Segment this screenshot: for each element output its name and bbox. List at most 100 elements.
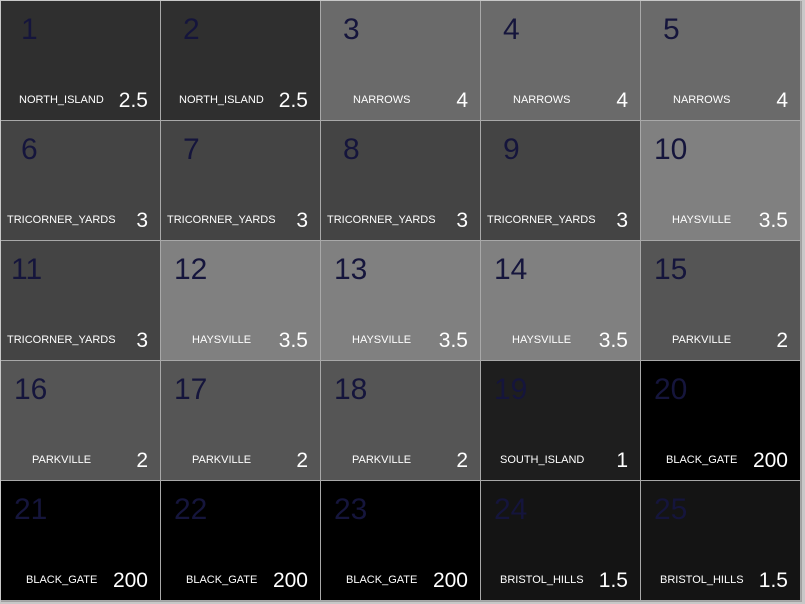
tile-number: 25 <box>654 493 688 526</box>
tile-number: 7 <box>183 133 200 166</box>
board-tile[interactable]: 5 NARROWS 4 <box>641 1 801 121</box>
board-tile[interactable]: 6 TRICORNER_YARDS 3 <box>1 121 161 241</box>
tile-number: 23 <box>334 493 368 526</box>
tile-cost: 3.5 <box>758 209 788 232</box>
tile-number: 17 <box>174 373 208 406</box>
tile-number: 14 <box>494 253 528 286</box>
tile-cost: 3.5 <box>278 329 308 352</box>
tile-district-name: NORTH_ISLAND <box>179 94 264 106</box>
tile-number: 18 <box>334 373 368 406</box>
tile-number: 3 <box>343 13 360 46</box>
tile-district-name: TRICORNER_YARDS <box>7 334 116 346</box>
tile-cost: 3 <box>136 329 148 352</box>
tile-district-name: NARROWS <box>513 94 571 106</box>
tile-district-name: TRICORNER_YARDS <box>7 214 116 226</box>
board-tile[interactable]: 20 BLACK_GATE 200 <box>641 361 801 481</box>
board-tile[interactable]: 22 BLACK_GATE 200 <box>161 481 321 601</box>
tile-cost: 3 <box>136 209 148 232</box>
tile-number: 16 <box>14 373 48 406</box>
tile-number: 12 <box>174 253 208 286</box>
board-tile[interactable]: 3 NARROWS 4 <box>321 1 481 121</box>
board-tile[interactable]: 19 SOUTH_ISLAND 1 <box>481 361 641 481</box>
tile-district-name: BLACK_GATE <box>186 574 258 586</box>
tile-district-name: PARKVILLE <box>32 454 92 466</box>
tile-number: 9 <box>503 133 520 166</box>
board-tile[interactable]: 1 NORTH_ISLAND 2.5 <box>1 1 161 121</box>
tile-cost: 1.5 <box>598 569 628 592</box>
tile-cost: 4 <box>456 89 468 112</box>
tile-district-name: HAYSVILLE <box>352 334 412 346</box>
tile-district-name: TRICORNER_YARDS <box>327 214 436 226</box>
board-tile[interactable]: 11 TRICORNER_YARDS 3 <box>1 241 161 361</box>
tile-cost: 200 <box>752 449 788 472</box>
tile-district-name: SOUTH_ISLAND <box>500 454 585 466</box>
tile-district-name: NARROWS <box>353 94 411 106</box>
tile-cost: 3 <box>296 209 308 232</box>
tile-district-name: PARKVILLE <box>672 334 732 346</box>
tile-cost: 3.5 <box>598 329 628 352</box>
tile-district-name: BRISTOL_HILLS <box>660 574 744 586</box>
tile-number: 22 <box>174 493 208 526</box>
board-tile[interactable]: 7 TRICORNER_YARDS 3 <box>161 121 321 241</box>
tile-number: 2 <box>183 13 200 46</box>
board-tile[interactable]: 15 PARKVILLE 2 <box>641 241 801 361</box>
tile-district-name: PARKVILLE <box>192 454 252 466</box>
tile-number: 8 <box>343 133 360 166</box>
tile-cost: 1.5 <box>758 569 788 592</box>
tile-cost: 4 <box>776 89 788 112</box>
tile-number: 4 <box>503 13 520 46</box>
tile-district-name: BRISTOL_HILLS <box>500 574 584 586</box>
tile-cost: 2 <box>296 449 308 472</box>
tile-cost: 3 <box>456 209 468 232</box>
tile-district-name: NARROWS <box>673 94 731 106</box>
tile-district-name: TRICORNER_YARDS <box>487 214 596 226</box>
tile-district-name: HAYSVILLE <box>672 214 732 226</box>
board-tile[interactable]: 14 HAYSVILLE 3.5 <box>481 241 641 361</box>
tile-number: 10 <box>654 133 688 166</box>
board-tile[interactable]: 25 BRISTOL_HILLS 1.5 <box>641 481 801 601</box>
tile-number: 15 <box>654 253 688 286</box>
board-tile[interactable]: 18 PARKVILLE 2 <box>321 361 481 481</box>
tile-cost: 2 <box>776 329 788 352</box>
board-tile[interactable]: 4 NARROWS 4 <box>481 1 641 121</box>
tile-cost: 200 <box>432 569 468 592</box>
tile-number: 24 <box>494 493 528 526</box>
board-tile[interactable]: 12 HAYSVILLE 3.5 <box>161 241 321 361</box>
tile-number: 6 <box>21 133 38 166</box>
board-tile[interactable]: 24 BRISTOL_HILLS 1.5 <box>481 481 641 601</box>
tile-district-name: BLACK_GATE <box>26 574 98 586</box>
tile-district-name: NORTH_ISLAND <box>19 94 104 106</box>
tile-cost: 3.5 <box>438 329 468 352</box>
tile-district-name: BLACK_GATE <box>666 454 738 466</box>
tile-number: 5 <box>663 13 680 46</box>
tile-cost: 2 <box>136 449 148 472</box>
tile-district-name: HAYSVILLE <box>512 334 572 346</box>
game-board: 1 NORTH_ISLAND 2.5 2 NORTH_ISLAND 2.5 3 NARROWS… <box>1 1 802 602</box>
tile-cost: 2.5 <box>278 89 308 112</box>
tile-number: 21 <box>14 493 48 526</box>
tile-district-name: PARKVILLE <box>352 454 412 466</box>
board-tile[interactable]: 10 HAYSVILLE 3.5 <box>641 121 801 241</box>
board-tile[interactable]: 2 NORTH_ISLAND 2.5 <box>161 1 321 121</box>
tile-number: 20 <box>654 373 688 406</box>
board-tile[interactable]: 21 BLACK_GATE 200 <box>1 481 161 601</box>
tile-number: 11 <box>11 253 43 286</box>
tile-cost: 4 <box>616 89 628 112</box>
board-tile[interactable]: 13 HAYSVILLE 3.5 <box>321 241 481 361</box>
board-tile[interactable]: 17 PARKVILLE 2 <box>161 361 321 481</box>
tile-number: 1 <box>21 13 38 46</box>
tile-cost: 2 <box>456 449 468 472</box>
tile-cost: 2.5 <box>118 89 148 112</box>
board-tile[interactable]: 9 TRICORNER_YARDS 3 <box>481 121 641 241</box>
tile-cost: 3 <box>616 209 628 232</box>
tile-cost: 200 <box>112 569 148 592</box>
tile-cost: 200 <box>272 569 308 592</box>
tile-district-name: HAYSVILLE <box>192 334 252 346</box>
board-tile[interactable]: 16 PARKVILLE 2 <box>1 361 161 481</box>
board-tile[interactable]: 8 TRICORNER_YARDS 3 <box>321 121 481 241</box>
tile-district-name: BLACK_GATE <box>346 574 418 586</box>
tile-number: 13 <box>334 253 368 286</box>
tile-cost: 1 <box>616 449 628 472</box>
tile-number: 19 <box>494 373 528 406</box>
board-tile[interactable]: 23 BLACK_GATE 200 <box>321 481 481 601</box>
